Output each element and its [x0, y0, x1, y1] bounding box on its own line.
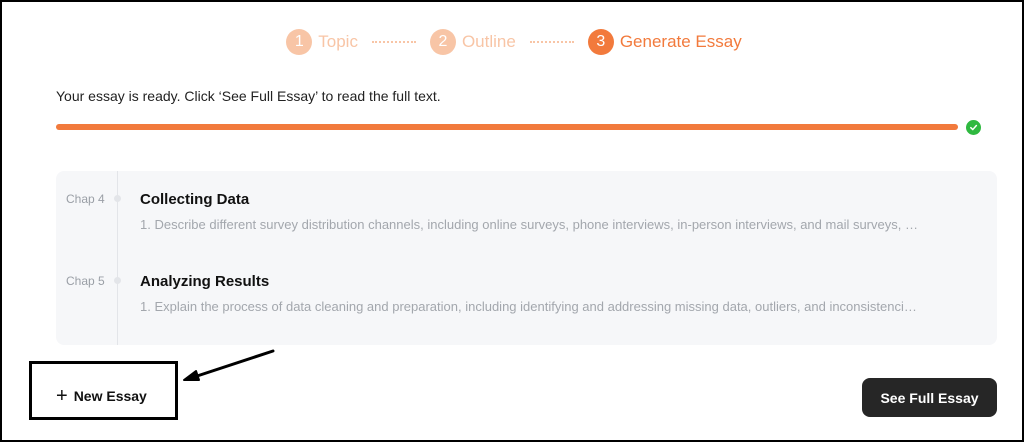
step-outline[interactable]: 2 Outline	[429, 29, 516, 55]
step-number-3: 3	[587, 29, 614, 55]
chapter-description: 1. Explain the process of data cleaning …	[140, 299, 917, 314]
chapter-list[interactable]: Chap 4 Collecting Data 1. Describe diffe…	[56, 171, 997, 345]
check-circle-icon	[966, 120, 981, 135]
chapter-title: Analyzing Results	[140, 273, 270, 290]
status-message: Your essay is ready. Click ‘See Full Ess…	[56, 88, 441, 104]
step-separator	[371, 41, 416, 43]
step-label-generate-essay: Generate Essay	[619, 32, 742, 51]
chapter-tag: Chap 4	[66, 192, 105, 206]
chapter-description: 1. Describe different survey distributio…	[140, 217, 918, 232]
chapter-item[interactable]: Chap 4 Collecting Data 1. Describe diffe…	[56, 179, 997, 239]
new-essay-button[interactable]: + New Essay	[56, 386, 147, 406]
step-number-1: 1	[286, 29, 313, 55]
app-frame: 1 Topic 2 Outline 3 Generate Essay Your …	[0, 0, 1024, 442]
see-full-essay-button[interactable]: See Full Essay	[862, 378, 997, 417]
stepper: 1 Topic 2 Outline 3 Generate Essay	[2, 29, 1024, 55]
new-essay-label: New Essay	[73, 388, 147, 404]
step-label-topic: Topic	[318, 32, 358, 51]
plus-icon: +	[56, 385, 68, 407]
step-topic[interactable]: 1 Topic	[286, 29, 358, 55]
timeline-dot	[114, 195, 121, 202]
step-generate-essay[interactable]: 3 Generate Essay	[587, 29, 742, 55]
arrow-icon	[183, 349, 275, 381]
step-separator	[529, 41, 574, 43]
chapter-item[interactable]: Chap 5 Analyzing Results 1. Explain the …	[56, 261, 997, 321]
step-label-outline: Outline	[461, 32, 516, 51]
step-number-2: 2	[429, 29, 456, 55]
chapter-title: Collecting Data	[140, 191, 250, 208]
timeline-dot	[114, 277, 121, 284]
progress-fill	[56, 124, 958, 130]
chapter-tag: Chap 5	[66, 274, 105, 288]
progress-bar	[56, 124, 958, 130]
